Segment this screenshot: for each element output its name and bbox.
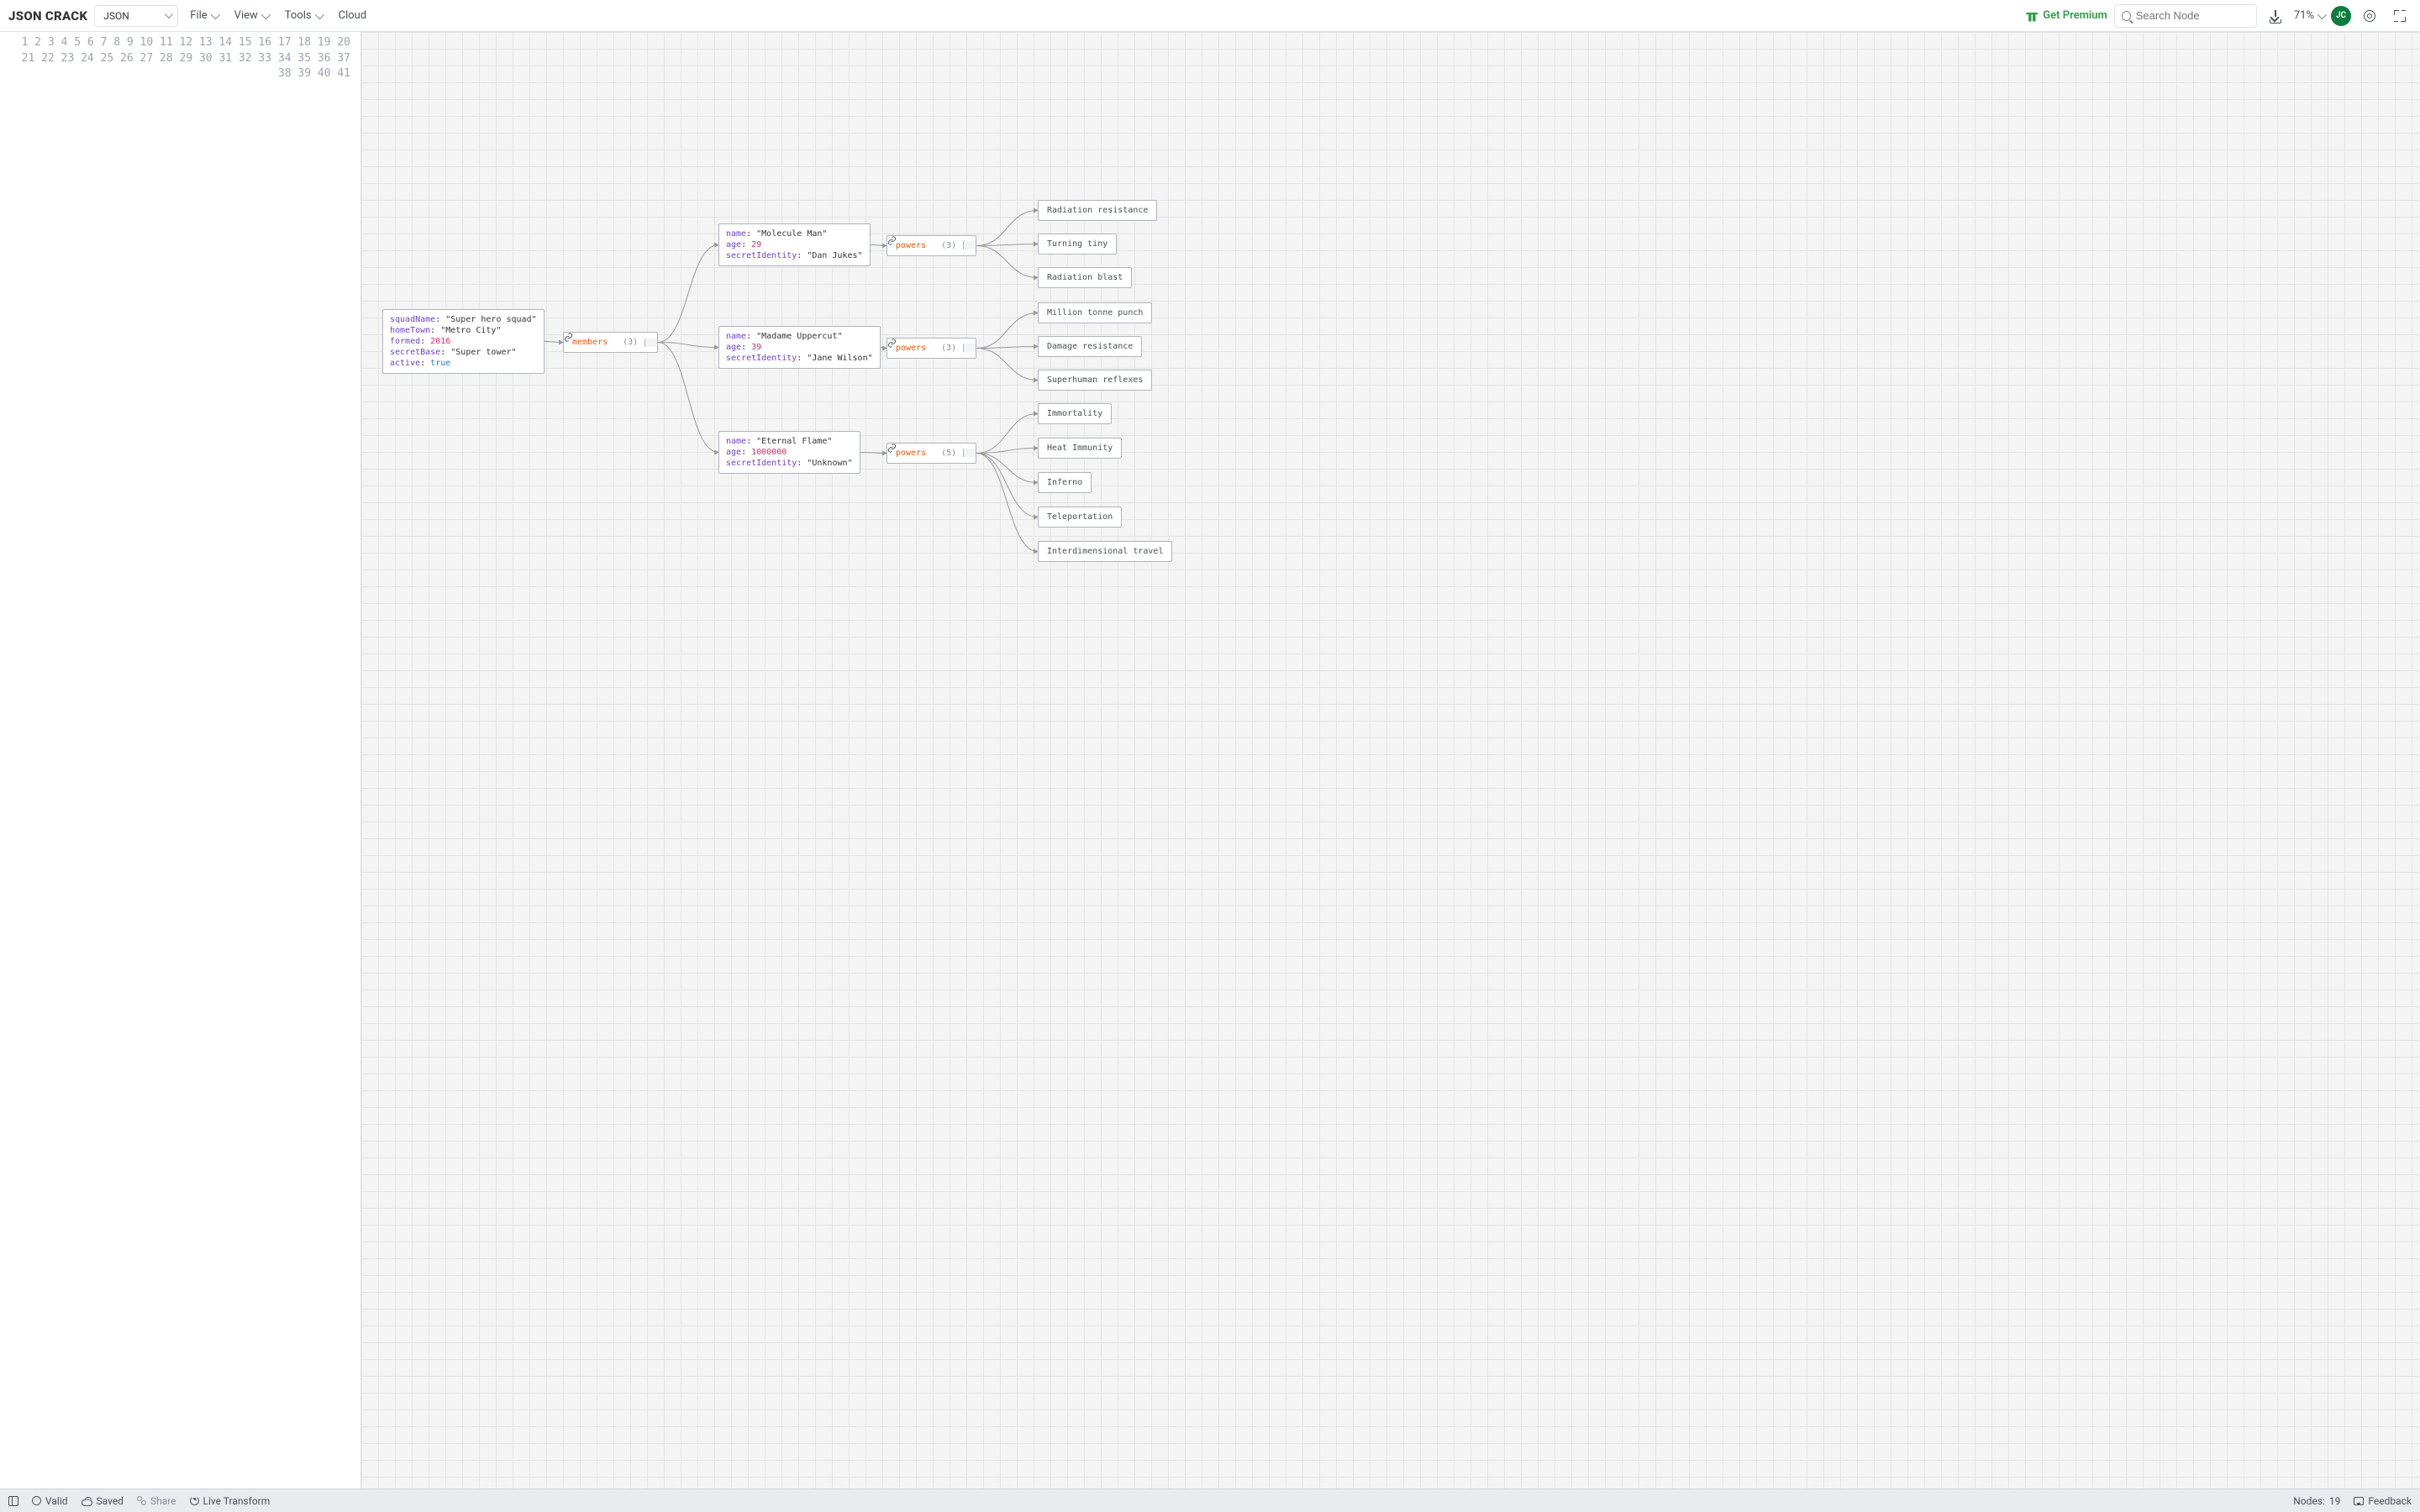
menu-tools[interactable]: Tools	[280, 6, 327, 25]
feedback-icon	[2354, 1497, 2364, 1505]
logo-json: JSON	[8, 8, 42, 24]
graph-powers-node-2[interactable]: powers(5)	[886, 443, 976, 464]
zoom-dropdown[interactable]: 71%	[2294, 9, 2324, 22]
code-editor[interactable]: 1 2 3 4 5 6 7 8 9 10 11 12 13 14 15 16 1…	[0, 32, 361, 1488]
menu-view[interactable]: View	[229, 6, 273, 25]
graph-members-node[interactable]: members(3)	[563, 332, 658, 353]
chevron-down-icon	[210, 9, 219, 18]
graph-powers-node-1[interactable]: powers(3)	[886, 338, 976, 359]
graph-leaf-node[interactable]: Turning tiny	[1038, 234, 1117, 255]
chevron-down-icon	[314, 9, 324, 18]
valid-icon	[31, 1495, 41, 1505]
line-gutter: 1 2 3 4 5 6 7 8 9 10 11 12 13 14 15 16 1…	[0, 32, 360, 1488]
gift-icon	[2026, 10, 2038, 22]
graph-canvas[interactable]: squadName: "Super hero squad"homeTown: "…	[361, 32, 2420, 1488]
main-area: 1 2 3 4 5 6 7 8 9 10 11 12 13 14 15 16 1…	[0, 32, 2420, 1488]
status-saved[interactable]: Saved	[82, 1495, 124, 1507]
link-icon[interactable]	[963, 344, 976, 352]
toggle-panel-button[interactable]	[8, 1496, 18, 1506]
graph-root-node[interactable]: squadName: "Super hero squad"homeTown: "…	[382, 309, 544, 374]
graph-leaf-node[interactable]: Radiation resistance	[1038, 200, 1157, 221]
graph-leaf-node[interactable]: Radiation blast	[1038, 267, 1132, 288]
menu-file[interactable]: File	[185, 6, 222, 25]
toolbar: JSON CRACK JSON File View Tools Cloud Ge…	[0, 0, 2420, 32]
nodes-count: Nodes: 19	[2293, 1495, 2340, 1507]
graph-leaf-node[interactable]: Immortality	[1038, 403, 1112, 424]
download-icon	[2270, 10, 2281, 22]
status-valid[interactable]: Valid	[32, 1495, 68, 1507]
feedback-button[interactable]: Feedback	[2354, 1495, 2412, 1507]
status-bar: Valid Saved Share Live Transform Nodes: …	[0, 1488, 2420, 1512]
link-icon[interactable]	[963, 449, 976, 457]
logo-crack: CRACK	[45, 8, 87, 24]
cloud-icon	[82, 1499, 92, 1506]
chevron-down-icon	[261, 9, 271, 18]
gear-icon	[2364, 10, 2375, 22]
graph-member-node-0[interactable]: name: "Molecule Man"age: 29secretIdentit…	[718, 223, 871, 266]
app-logo: JSON CRACK	[8, 8, 87, 24]
live-transform-button[interactable]: Live Transform	[190, 1495, 271, 1507]
fullscreen-button[interactable]	[2388, 4, 2412, 28]
format-select-value: JSON	[103, 10, 129, 22]
share-button[interactable]: Share	[137, 1495, 176, 1507]
chevron-down-icon	[2317, 9, 2327, 18]
graph-powers-node-0[interactable]: powers(3)	[886, 235, 976, 256]
menu-cloud[interactable]: Cloud	[334, 6, 372, 25]
panel-icon	[8, 1496, 18, 1506]
graph-member-node-2[interactable]: name: "Eternal Flame"age: 1000000secretI…	[718, 431, 860, 474]
settings-button[interactable]	[2358, 4, 2381, 28]
graph-leaf-node[interactable]: Teleportation	[1038, 507, 1122, 528]
fullscreen-icon	[2394, 10, 2406, 22]
share-icon	[137, 1496, 146, 1505]
graph-leaf-node[interactable]: Interdimensional travel	[1038, 541, 1172, 562]
transform-icon	[190, 1496, 199, 1505]
search-node-input[interactable]	[2114, 4, 2257, 28]
download-button[interactable]	[2264, 4, 2287, 28]
search-field[interactable]	[2136, 9, 2249, 22]
graph-leaf-node[interactable]: Inferno	[1038, 472, 1092, 493]
graph-leaf-node[interactable]: Heat Immunity	[1038, 438, 1122, 459]
link-icon[interactable]	[644, 339, 657, 347]
format-select[interactable]: JSON	[94, 5, 178, 27]
graph-member-node-1[interactable]: name: "Madame Uppercut"age: 39secretIden…	[718, 326, 881, 369]
link-icon[interactable]	[963, 241, 976, 249]
user-avatar[interactable]: JC	[2331, 6, 2351, 26]
get-premium-button[interactable]: Get Premium	[2026, 9, 2107, 22]
graph-leaf-node[interactable]: Million tonne punch	[1038, 302, 1152, 323]
graph-leaf-node[interactable]: Damage resistance	[1038, 336, 1142, 357]
graph-leaf-node[interactable]: Superhuman reflexes	[1038, 370, 1152, 391]
search-icon	[2122, 11, 2131, 21]
